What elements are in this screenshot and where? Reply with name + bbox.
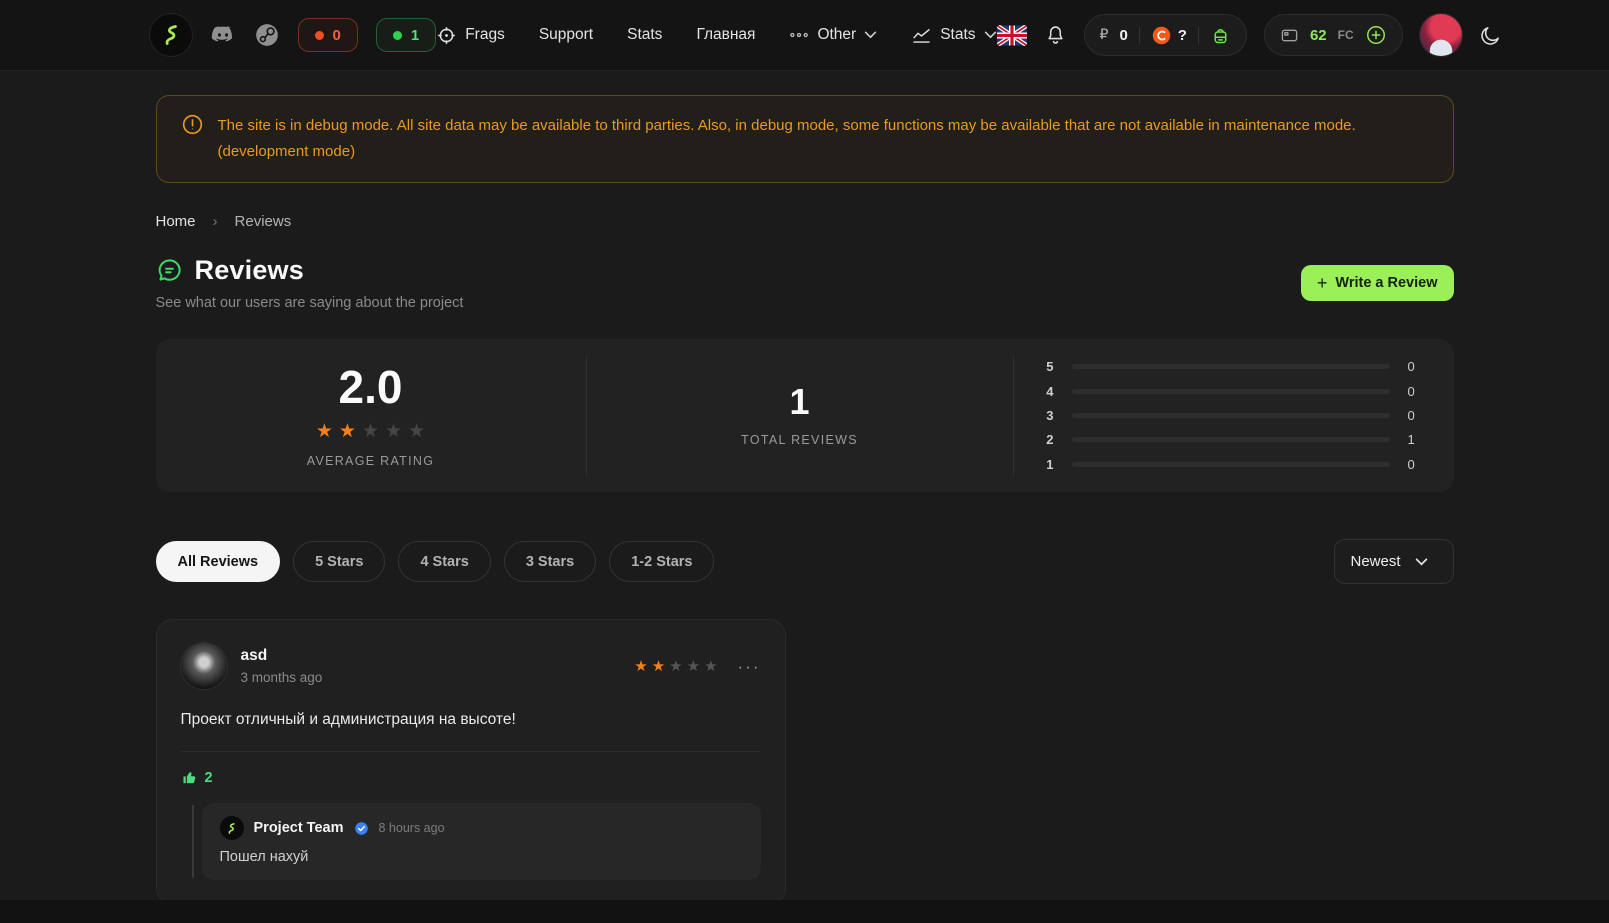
filter-4-stars[interactable]: 4 Stars [398,541,490,582]
rating-bar-track [1072,437,1390,442]
nav-dropdown-stats[interactable]: Stats [911,25,996,46]
like-button[interactable]: 2 [181,769,761,786]
breadcrumb-separator-icon: › [213,213,218,230]
average-rating-block: 2.0 ★★★★★ AVERAGE RATING [156,364,586,468]
page-title: Reviews [195,255,304,286]
total-reviews-value: 1 [789,384,809,420]
line-chart-icon [911,25,932,46]
offline-status-badge[interactable]: 0 [298,18,358,52]
nav-link-stats[interactable]: Stats [627,26,662,44]
filter-all-reviews[interactable]: All Reviews [156,541,281,582]
reply-author: Project Team [254,820,344,836]
rating-breakdown: 5 0 4 0 3 0 2 1 1 0 [1014,355,1454,477]
nav-link-support[interactable]: Support [539,26,593,44]
rating-summary-card: 2.0 ★★★★★ AVERAGE RATING 1 TOTAL REVIEWS… [156,339,1454,492]
user-avatar[interactable] [1420,14,1462,56]
wallet-balance-pill[interactable]: ₽ 0 ? [1084,14,1247,56]
filter-3-stars[interactable]: 3 Stars [504,541,596,582]
ruble-symbol: ₽ [1100,27,1109,43]
total-reviews-block: 1 TOTAL REVIEWS [586,355,1014,477]
reviewer-name: asd [241,647,323,665]
backpack-icon[interactable] [1210,25,1231,46]
fc-currency: FC [1338,28,1354,42]
rating-bar-row-5: 5 0 [1040,355,1424,379]
write-review-button[interactable]: + Write a Review [1301,265,1454,301]
fc-balance-pill[interactable]: 62 FC [1264,14,1403,56]
average-rating-value: 2.0 [339,364,403,410]
notifications-bell-icon[interactable] [1044,24,1067,47]
logo-squiggle-icon [159,23,183,47]
rating-bar-track [1072,462,1390,467]
total-reviews-label: TOTAL REVIEWS [741,433,858,447]
online-status-badge[interactable]: 1 [376,18,436,52]
reply-text: Пошел нахуй [220,849,743,865]
rating-bar-row-4: 4 0 [1040,379,1424,403]
reviewer-avatar[interactable] [181,643,227,689]
chevron-down-icon [984,31,997,39]
online-dot-icon [393,31,402,40]
reply-thread-line [192,805,194,878]
crosshair-icon [436,25,457,46]
project-team-logo [220,816,244,840]
chevron-down-icon [864,31,877,39]
reviews-bubble-icon [156,257,183,284]
rating-bar-row-3: 3 0 [1040,403,1424,427]
language-flag-uk[interactable] [997,25,1027,46]
warning-icon [181,113,204,136]
average-rating-stars: ★★★★★ [316,422,425,441]
review-card: asd 3 months ago ★★★★★ ··· Проект отличн… [156,619,786,905]
online-count: 1 [411,27,419,44]
coin-icon [1151,25,1172,46]
review-text: Проект отличный и администрация на высот… [181,711,761,729]
breadcrumb-home-link[interactable]: Home [156,213,196,230]
divider [1139,27,1140,44]
page-title-block: Reviews See what our users are saying ab… [156,255,464,311]
card-icon [1280,26,1299,45]
chevron-down-icon [1415,558,1428,566]
offline-dot-icon [315,31,324,40]
average-rating-label: AVERAGE RATING [307,454,434,468]
review-timestamp: 3 months ago [241,670,323,685]
ruble-amount: 0 [1119,27,1127,44]
top-navbar: 0 1 Frags Support [0,0,1609,71]
thumbs-up-icon [181,769,198,786]
footer-strip [0,900,1609,923]
site-logo[interactable] [150,14,192,56]
debug-banner-text: The site is in debug mode. All site data… [218,113,1356,165]
filter-1-2-stars[interactable]: 1-2 Stars [609,541,714,582]
offline-count: 0 [333,27,341,44]
nav-dropdown-other[interactable]: Other [789,26,877,44]
theme-toggle-moon-icon[interactable] [1479,24,1502,47]
rating-bar-row-2: 2 1 [1040,428,1424,452]
breadcrumb-current: Reviews [235,213,292,230]
verified-badge-icon [354,821,369,836]
divider [1198,27,1199,44]
sort-dropdown[interactable]: Newest [1334,539,1454,584]
fc-amount: 62 [1310,27,1327,44]
add-funds-icon[interactable] [1365,24,1387,46]
rating-bar-track [1072,413,1390,418]
review-more-menu[interactable]: ··· [738,658,761,675]
review-filter-tabs: All Reviews 5 Stars 4 Stars 3 Stars 1-2 … [156,541,715,582]
nav-link-frags[interactable]: Frags [436,25,505,46]
reply-timestamp: 8 hours ago [379,821,445,835]
review-stars: ★★★★★ [634,657,717,675]
rating-bar-track [1072,389,1390,394]
official-reply: Project Team 8 hours ago Пошел нахуй [202,803,761,880]
steam-icon[interactable] [254,22,280,48]
like-count: 2 [205,770,213,786]
page-subtitle: See what our users are saying about the … [156,295,464,311]
plus-icon: + [1317,274,1328,292]
breadcrumb: Home › Reviews [156,213,1454,230]
filter-5-stars[interactable]: 5 Stars [293,541,385,582]
discord-icon[interactable] [210,22,236,48]
divider [181,751,761,752]
rating-bar-track [1072,364,1390,369]
debug-mode-banner: The site is in debug mode. All site data… [156,95,1454,183]
rating-bar-row-1: 1 0 [1040,452,1424,476]
dots-icon [789,30,809,40]
nav-link-glavnaya[interactable]: Главная [696,26,755,44]
help-question: ? [1178,27,1187,44]
